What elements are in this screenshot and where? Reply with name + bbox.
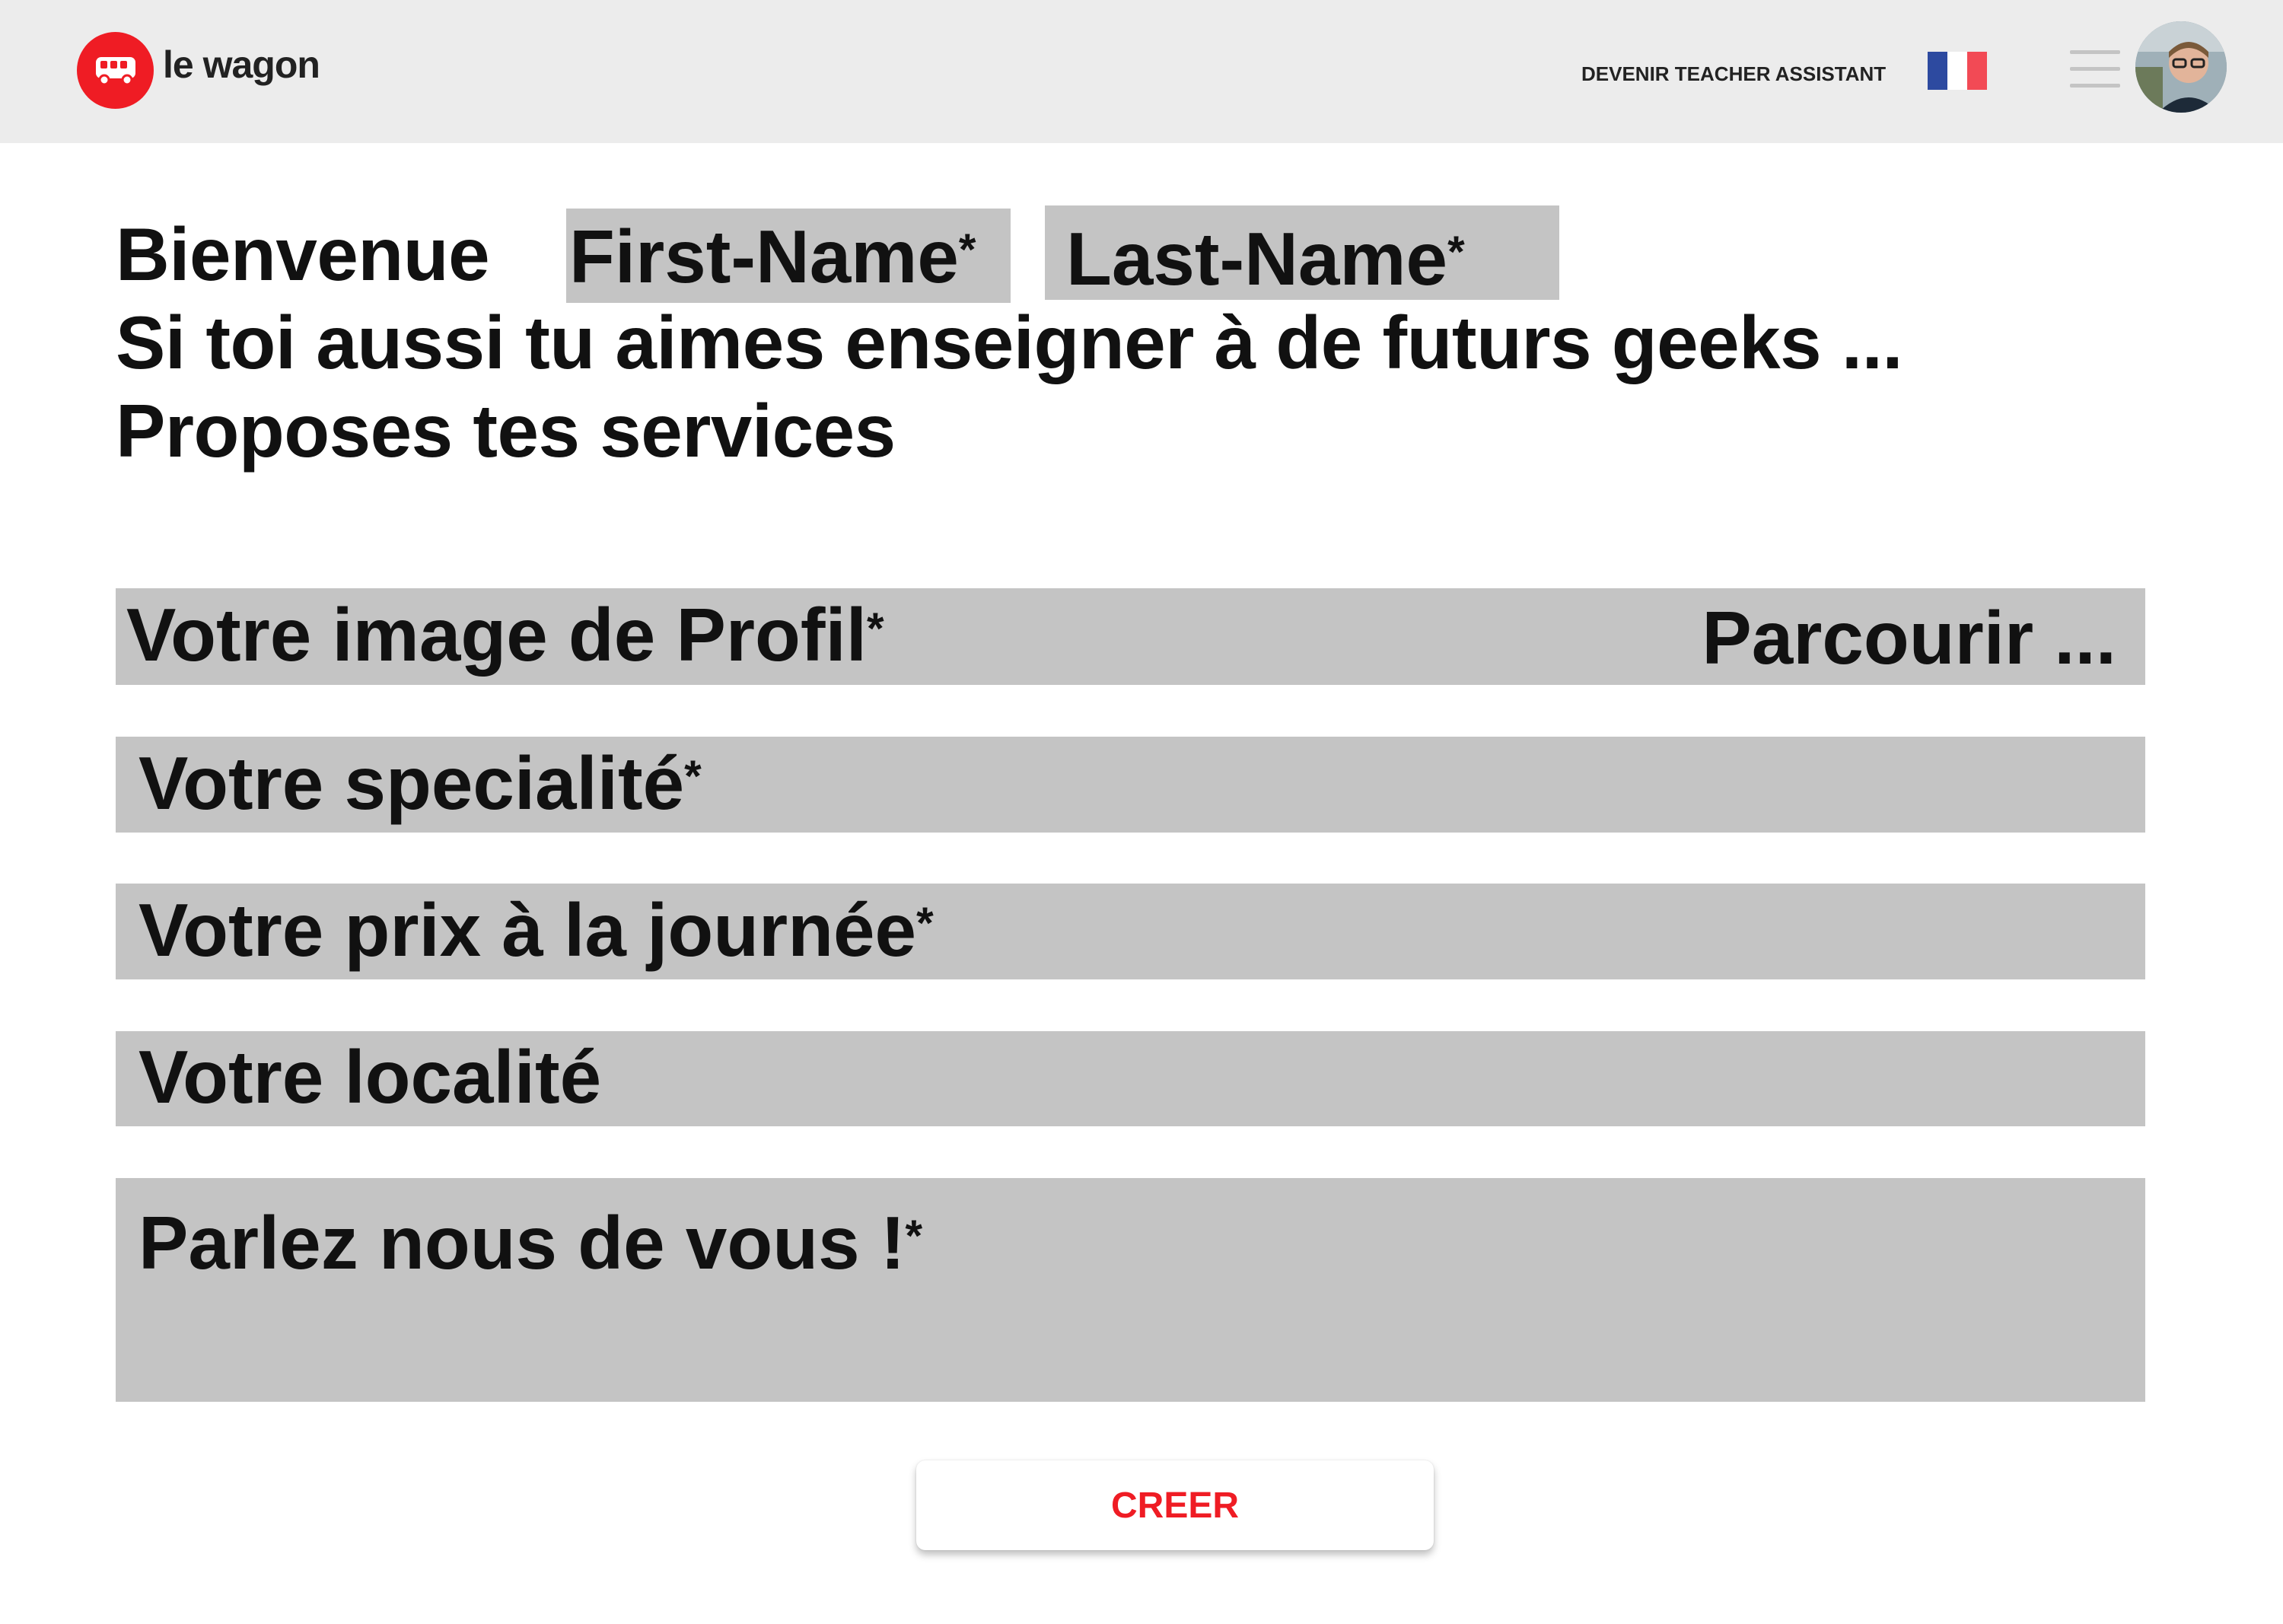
about-label: Parlez nous de vous ! xyxy=(139,1201,906,1285)
speciality-label: Votre specialité xyxy=(139,741,685,825)
locality-label: Votre localité xyxy=(139,1035,602,1119)
nav-link-teacher-assistant[interactable]: DEVENIR TEACHER ASSISTANT xyxy=(1581,62,1886,86)
subtitle-line: Si toi aussi tu aimes enseigner à de fut… xyxy=(116,301,1903,384)
speciality-field[interactable]: Votre specialité* xyxy=(116,737,2145,833)
required-marker: * xyxy=(684,752,702,801)
profile-image-label: Votre image de Profil xyxy=(126,593,867,677)
required-marker: * xyxy=(905,1212,923,1261)
navbar: le wagon DEVENIR TEACHER ASSISTANT xyxy=(0,0,2283,143)
bus-logo-icon[interactable] xyxy=(77,32,154,109)
first-name-placeholder: First-Name xyxy=(569,215,959,298)
locality-field[interactable]: Votre localité xyxy=(116,1031,2145,1126)
last-name-field[interactable]: Last-Name* xyxy=(1045,205,1559,301)
required-marker: * xyxy=(1447,228,1465,277)
hamburger-menu-icon[interactable] xyxy=(2070,50,2120,88)
daily-price-label: Votre prix à la journée xyxy=(139,888,917,972)
avatar[interactable] xyxy=(2135,21,2227,113)
about-textarea[interactable]: Parlez nous de vous !* xyxy=(116,1178,2145,1402)
greeting-heading: Bienvenue xyxy=(116,212,490,296)
profile-image-field[interactable]: Votre image de Profil* Parcourir ... xyxy=(116,588,2145,685)
browse-button[interactable]: Parcourir ... xyxy=(1702,590,2116,686)
required-marker: * xyxy=(866,604,884,654)
french-flag-icon[interactable] xyxy=(1928,52,1987,90)
subtitle-cta: Proposes tes services xyxy=(116,389,896,473)
required-marker: * xyxy=(958,225,976,275)
last-name-placeholder: Last-Name xyxy=(1066,217,1448,301)
daily-price-field[interactable]: Votre prix à la journée* xyxy=(116,884,2145,979)
required-marker: * xyxy=(916,899,934,948)
create-button[interactable]: CREER xyxy=(916,1460,1434,1550)
first-name-field[interactable]: First-Name* xyxy=(566,209,1011,303)
brand-name[interactable]: le wagon xyxy=(163,43,320,87)
